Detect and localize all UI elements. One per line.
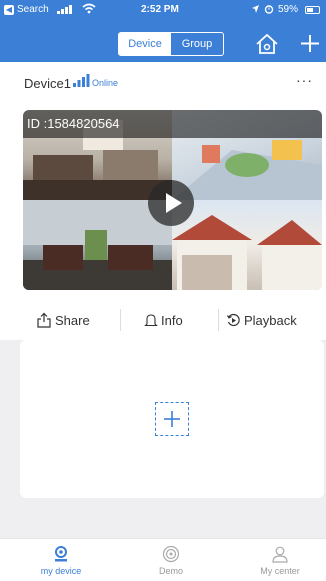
user-icon (272, 546, 288, 563)
status-bar: ◀ Search 2:52 PM 59% (0, 0, 326, 20)
device-list-area (0, 340, 326, 540)
back-app-label[interactable]: Search (17, 4, 49, 15)
info-label: Info (161, 312, 183, 328)
tab-demo[interactable]: Demo (121, 539, 221, 581)
camera-id-overlay: ID :1584820564 (23, 110, 322, 138)
house-scene (172, 215, 322, 290)
back-app-icon[interactable]: ◀ (4, 5, 14, 15)
tab-my-device[interactable]: my device (11, 539, 111, 581)
battery-percent: 59% (278, 4, 299, 15)
device-group-segmented-control: Device Group (118, 32, 224, 56)
wifi-icon (82, 3, 96, 14)
home-icon[interactable] (254, 32, 280, 56)
cell-signal-icon (57, 5, 72, 14)
location-icon (252, 5, 259, 13)
tab-label: Demo (158, 566, 183, 576)
info-button[interactable]: Info (144, 303, 183, 337)
play-icon[interactable] (148, 180, 194, 226)
tab-device[interactable]: Device (119, 33, 171, 55)
camera-tile-house-exterior (172, 200, 322, 290)
tab-label: My center (260, 566, 300, 576)
signal-strength-icon (73, 74, 90, 87)
battery-icon (305, 6, 320, 14)
device-name: Device1 (24, 76, 71, 91)
clock: 2:52 PM (141, 4, 179, 15)
camera-icon (55, 546, 67, 562)
device-actions-row: Share Info Playback (0, 303, 326, 337)
bottom-tab-bar: my device Demo My center (0, 538, 326, 581)
divider (120, 309, 121, 331)
share-icon (37, 312, 51, 328)
tab-label: my device (40, 566, 82, 576)
share-label: Share (55, 312, 90, 328)
tab-my-center[interactable]: My center (230, 539, 326, 581)
demo-icon (162, 545, 180, 563)
divider (218, 309, 219, 331)
share-button[interactable]: Share (36, 303, 90, 337)
more-options-button[interactable]: ··· (296, 72, 313, 88)
top-bar: ◀ Search 2:52 PM 59% Device Group (0, 0, 326, 62)
tab-group[interactable]: Group (171, 33, 223, 55)
add-device-button[interactable] (155, 402, 189, 436)
playback-button[interactable]: Playback (226, 303, 297, 337)
replay-icon (226, 313, 240, 326)
plus-icon (164, 411, 180, 427)
device-header: Device1 Online ··· (0, 62, 326, 102)
alarm-icon (264, 5, 274, 14)
add-device-card[interactable] (20, 340, 324, 498)
status-badge: Online (92, 78, 119, 88)
camera-preview[interactable]: ID :1584820564 (23, 110, 322, 290)
plus-icon[interactable] (298, 30, 322, 56)
bell-icon (144, 313, 158, 326)
playback-label: Playback (244, 312, 297, 328)
